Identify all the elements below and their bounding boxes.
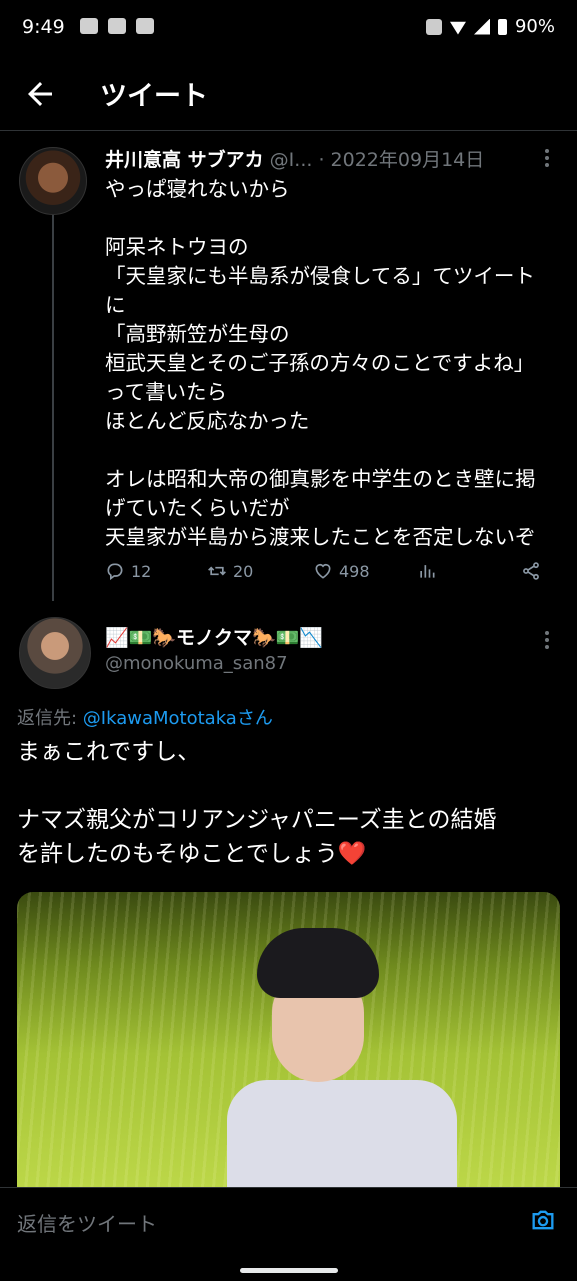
tweet-photo[interactable]: [17, 892, 560, 1187]
reply-button[interactable]: 12: [105, 561, 151, 581]
reply-tweet[interactable]: 📈💵🐎モノクマ🐎💵📉 @monokuma_san87 返信先: @IkawaMo…: [0, 601, 577, 1187]
analytics-icon: [420, 565, 435, 578]
retweet-button[interactable]: 20: [207, 561, 253, 581]
tweet-text-content: まぁこれですし、 ナマズ親父がコリアンジャパニーズ圭との結婚 を許したのもそゆこ…: [17, 739, 497, 867]
mute-icon: [425, 18, 442, 35]
author-handle[interactable]: @monokuma_san87: [105, 653, 288, 674]
camera-icon[interactable]: [529, 1206, 557, 1234]
author-handle[interactable]: @I...: [270, 149, 313, 171]
tweet-text: やっぱ寝れないから 阿呆ネトウヨの 「天皇家にも半島系が侵食してる」てツイート …: [105, 177, 536, 549]
author-name[interactable]: 📈💵🐎モノクマ🐎💵📉: [105, 623, 323, 650]
battery-icon: [497, 18, 507, 35]
status-bar: 9:49 90%: [0, 0, 577, 56]
top-bar: ツイート: [0, 56, 577, 131]
tweet-date: · 2022年09月14日: [318, 149, 485, 171]
like-button[interactable]: 498: [313, 561, 370, 581]
thread-line: [52, 215, 54, 601]
share-icon: [523, 562, 539, 580]
tweet-header: 井川意高 サブアカ @I... · 2022年09月14日: [105, 145, 484, 172]
more-options-icon[interactable]: [545, 631, 549, 649]
mail-icon: [80, 18, 98, 34]
retweet-icon: [208, 566, 226, 576]
status-time: 9:49: [22, 16, 65, 38]
keyboard-icon: [136, 18, 154, 34]
parent-tweet[interactable]: 井川意高 サブアカ @I... · 2022年09月14日 やっぱ寝れないから …: [0, 131, 577, 601]
tweet-text: まぁこれですし、 ナマズ親父がコリアンジャパニーズ圭との結婚 を許したのもそゆこ…: [17, 735, 562, 871]
heart-outline-icon: [315, 563, 331, 579]
author-name[interactable]: 井川意高 サブアカ: [105, 149, 264, 171]
avatar[interactable]: [19, 147, 87, 215]
share-button[interactable]: [521, 561, 541, 581]
heart-emoji: ❤️: [337, 841, 367, 867]
photo-person-hair: [257, 928, 379, 998]
photo-person-shirt: [227, 1080, 457, 1187]
reply-icon: [107, 563, 123, 581]
skull-icon: [108, 18, 126, 34]
analytics-button[interactable]: [417, 561, 437, 581]
tweet-actions: 12 20 498: [105, 561, 545, 587]
notification-icons: [80, 18, 154, 34]
reply-composer[interactable]: 返信をツイート: [0, 1187, 577, 1281]
more-options-icon[interactable]: [545, 149, 549, 167]
reply-count: 12: [131, 561, 152, 581]
reply-context: 返信先: @IkawaMototakaさん: [17, 704, 273, 730]
signal-icon: [473, 18, 490, 35]
battery-level: 90%: [514, 16, 555, 37]
avatar[interactable]: [19, 617, 91, 689]
wifi-icon: [449, 21, 466, 35]
back-arrow-icon[interactable]: [22, 76, 58, 112]
gesture-nav-handle[interactable]: [240, 1268, 338, 1273]
reply-input[interactable]: 返信をツイート: [17, 1208, 157, 1237]
page-title: ツイート: [100, 81, 208, 112]
reply-to-link[interactable]: @IkawaMototakaさん: [83, 708, 273, 729]
status-right: 90%: [425, 16, 555, 37]
like-count: 498: [339, 561, 370, 581]
reply-prefix: 返信先:: [17, 708, 83, 729]
retweet-count: 20: [233, 561, 254, 581]
